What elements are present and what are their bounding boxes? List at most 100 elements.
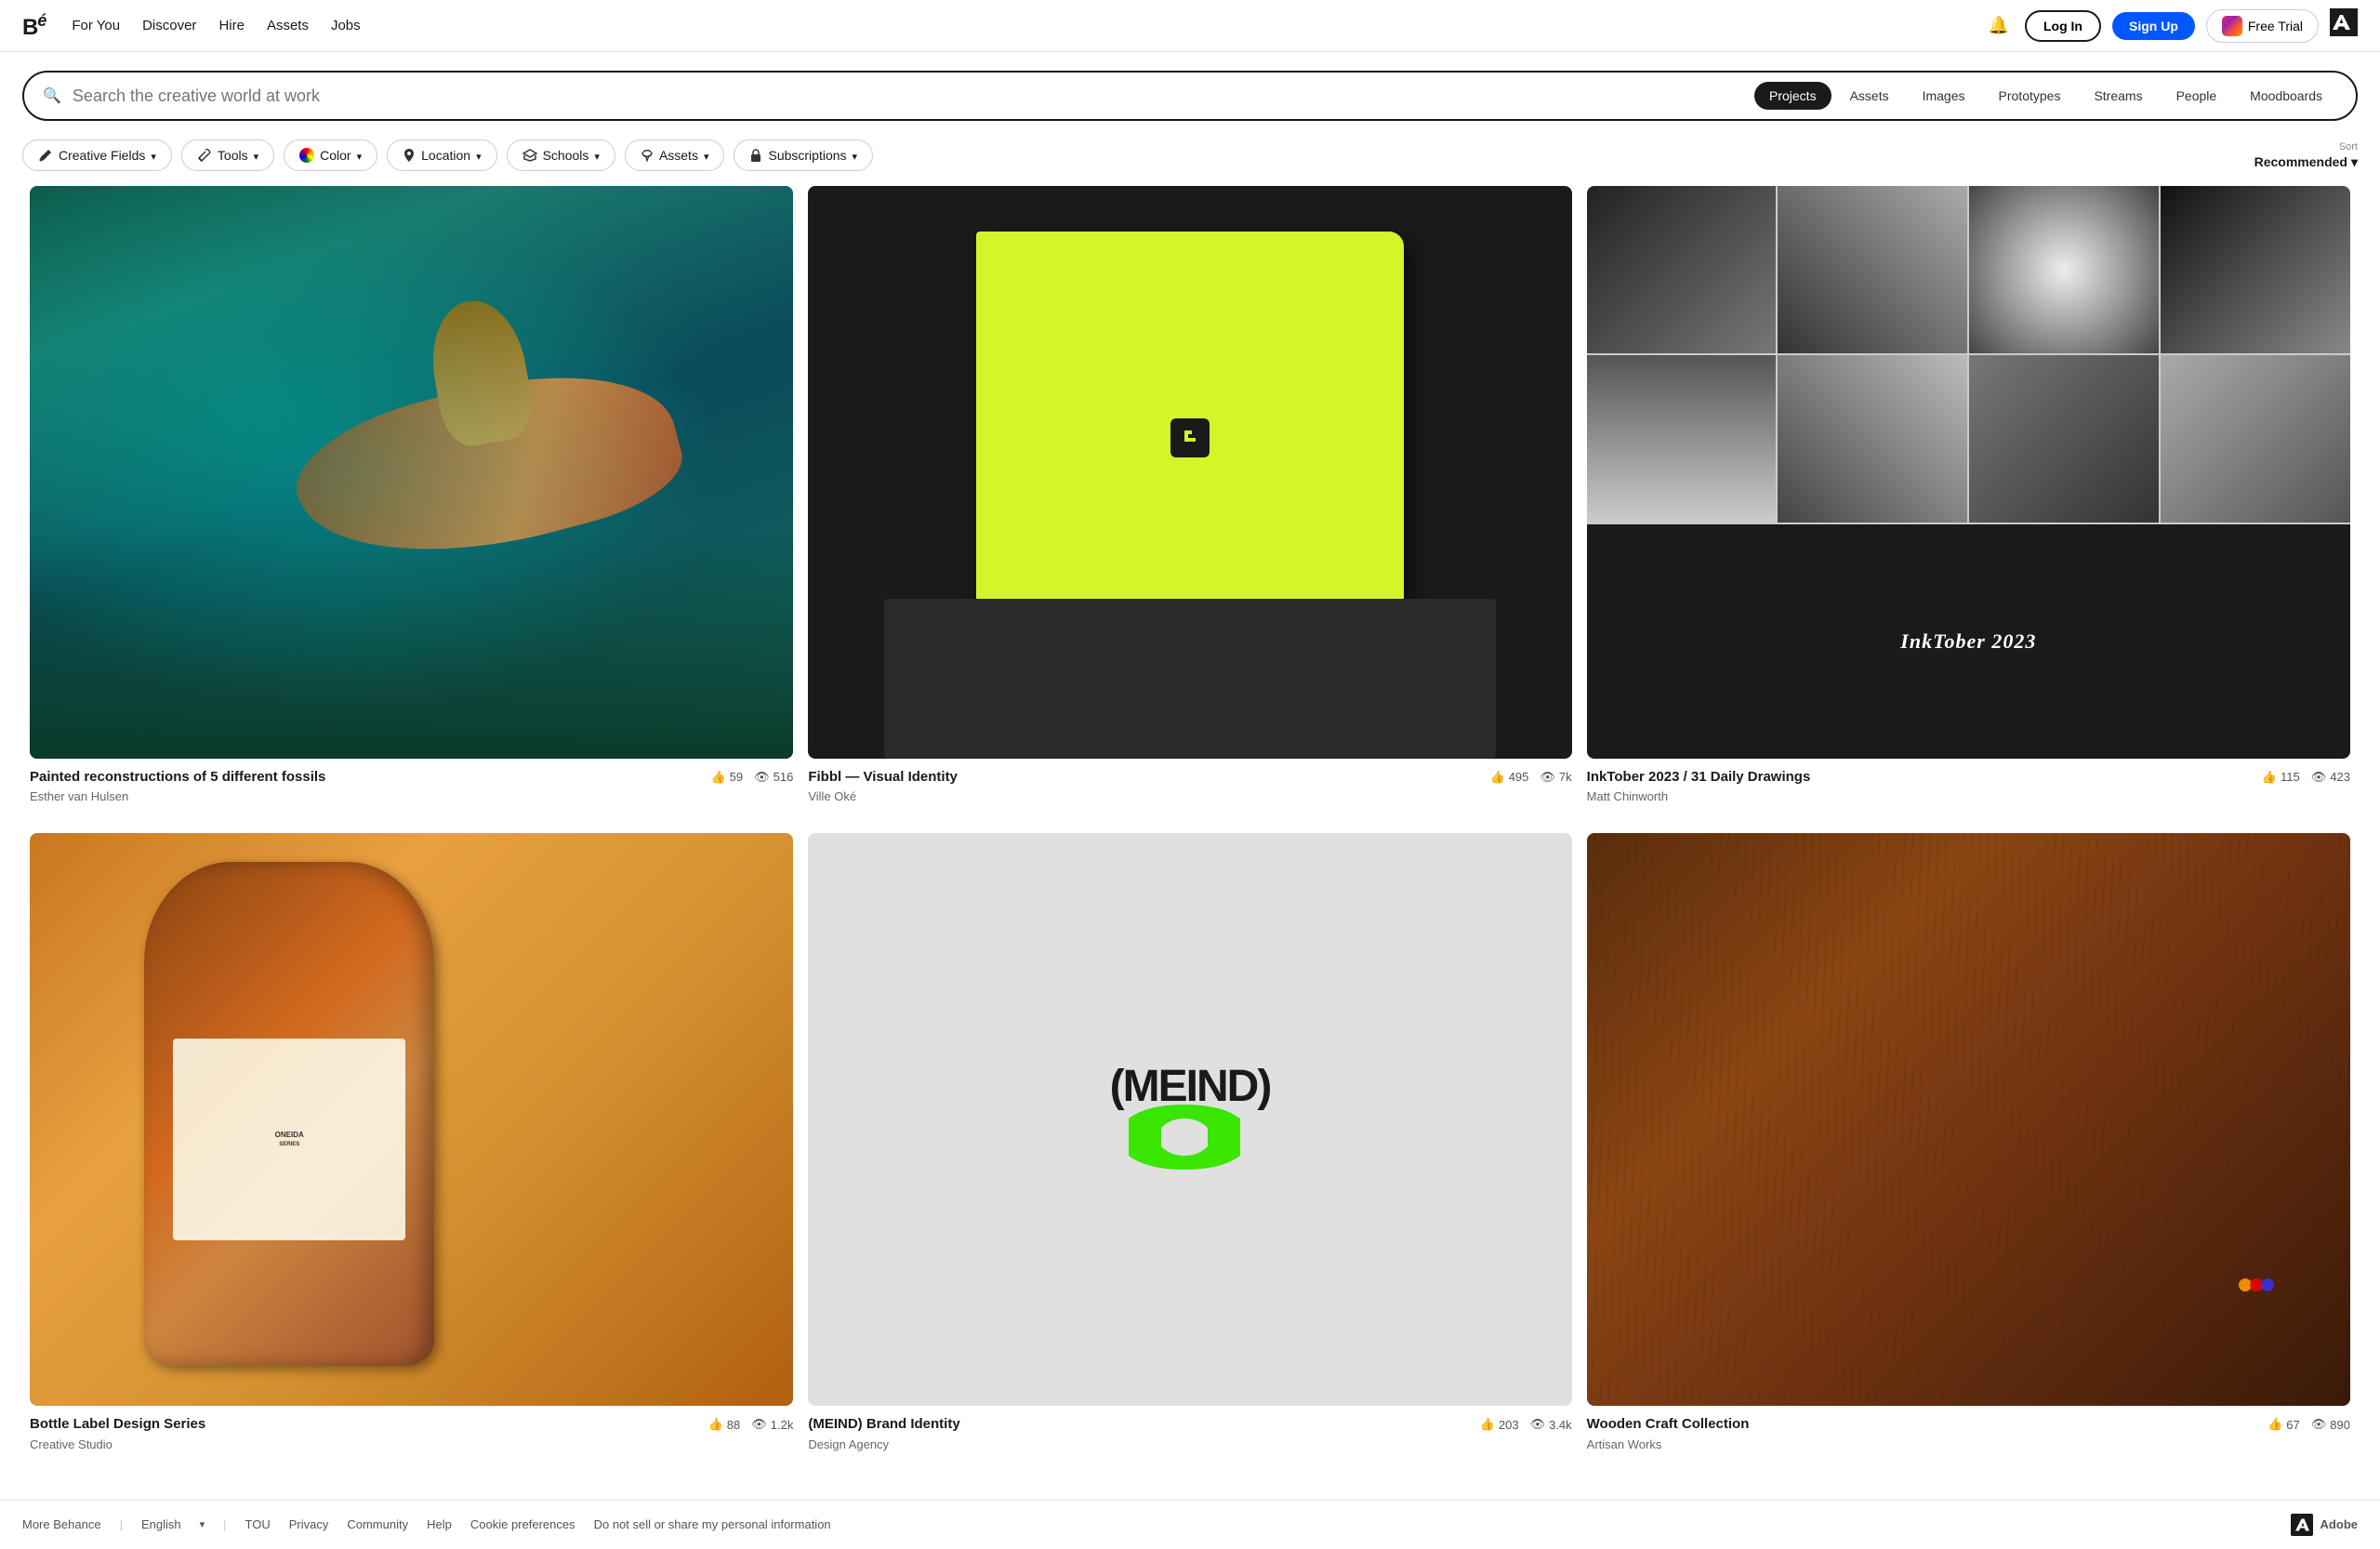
tab-streams[interactable]: Streams [2079, 82, 2157, 110]
project-title-author: InkTober 2023 / 31 Daily Drawings Matt C… [1587, 768, 1811, 804]
project-title-author: Wooden Craft Collection Artisan Works [1587, 1415, 1750, 1451]
search-input[interactable] [73, 86, 1736, 106]
meind-content: (MEIND) [1110, 1065, 1271, 1174]
filter-schools[interactable]: Schools [507, 139, 615, 171]
filter-bar: Creative Fields Tools Color Location Sch… [0, 132, 2380, 186]
assets-icon [641, 148, 654, 163]
project-meta: Wooden Craft Collection Artisan Works 👍 … [1587, 1406, 2350, 1451]
project-title-author: Fibbl — Visual Identity Ville Oké [808, 768, 958, 804]
ink-cell-6 [1778, 355, 1967, 523]
thumb-icon: 👍 [2262, 770, 2277, 785]
filter-color[interactable]: Color [284, 139, 377, 171]
project-title: InkTober 2023 / 31 Daily Drawings [1587, 768, 1811, 787]
color-label: Color [320, 148, 350, 163]
footer-cookies-link[interactable]: Cookie preferences [470, 1517, 575, 1531]
adobe-footer-label: Adobe [2320, 1517, 2358, 1531]
project-thumbnail[interactable]: (MEIND) [808, 833, 1571, 1406]
location-icon [403, 148, 416, 163]
project-title: Bottle Label Design Series [30, 1415, 205, 1434]
views-count: 516 [774, 770, 794, 784]
nav-hire[interactable]: Hire [218, 18, 245, 33]
tab-moodboards[interactable]: Moodboards [2235, 82, 2337, 110]
meind-shape [1110, 1100, 1259, 1174]
nav-for-you[interactable]: For You [72, 18, 120, 33]
views-count: 3.4k [1549, 1418, 1572, 1432]
behance-logo[interactable]: Bé [22, 11, 46, 41]
likes-count: 67 [2286, 1418, 2299, 1432]
filter-creative-fields[interactable]: Creative Fields [22, 139, 172, 171]
likes-count: 115 [2281, 770, 2300, 784]
tools-label: Tools [218, 148, 248, 163]
project-stats: 👍 203 👁 3.4k [1480, 1417, 1572, 1432]
login-button[interactable]: Log In [2025, 10, 2101, 42]
chevron-schools [594, 148, 600, 163]
footer-tou-link[interactable]: TOU [245, 1517, 271, 1531]
project-title-author: Painted reconstructions of 5 different f… [30, 768, 325, 804]
project-thumbnail[interactable]: ONEIDASERIES [30, 833, 793, 1406]
chevron-tools [254, 148, 259, 163]
schools-label: Schools [543, 148, 589, 163]
project-info-row: InkTober 2023 / 31 Daily Drawings Matt C… [1587, 768, 2350, 804]
tab-prototypes[interactable]: Prototypes [1984, 82, 2076, 110]
signup-button[interactable]: Sign Up [2112, 12, 2195, 40]
footer-help-link[interactable]: Help [427, 1517, 452, 1531]
chevron-sort: ▾ [2351, 154, 2358, 170]
footer-adobe: Adobe [2291, 1514, 2358, 1536]
project-stats: 👍 88 👁 1.2k [708, 1417, 794, 1432]
likes-stat: 👍 495 [1490, 770, 1529, 785]
project-card: InkTober 2023 InkTober 2023 / 31 Daily D… [1580, 186, 2358, 833]
thumb-icon: 👍 [710, 770, 725, 785]
chevron-assets [704, 148, 709, 163]
filter-subscriptions[interactable]: Subscriptions [734, 139, 873, 171]
sort-area: Sort Recommended ▾ [2254, 141, 2358, 170]
tab-assets[interactable]: Assets [1835, 82, 1904, 110]
views-stat: 👁 423 [2311, 770, 2350, 785]
project-thumbnail[interactable] [808, 186, 1571, 759]
lock-icon [749, 148, 762, 163]
tab-images[interactable]: Images [1908, 82, 1980, 110]
language-selector[interactable]: English [141, 1517, 181, 1531]
footer-privacy-link[interactable]: Privacy [289, 1517, 329, 1531]
freetrial-icon [2222, 16, 2242, 36]
likes-count: 495 [1509, 770, 1529, 784]
search-bar: Projects Assets Images Prototypes Stream… [22, 71, 2358, 121]
project-title: Wooden Craft Collection [1587, 1415, 1750, 1434]
footer-community-link[interactable]: Community [347, 1517, 408, 1531]
project-meta: Fibbl — Visual Identity Ville Oké 👍 495 … [808, 759, 1571, 804]
nav-assets[interactable]: Assets [267, 18, 309, 33]
filter-assets[interactable]: Assets [625, 139, 725, 171]
sort-value-text: Recommended [2254, 154, 2347, 169]
project-stats: 👍 115 👁 423 [2262, 770, 2350, 785]
ink-cell-4 [2161, 186, 2350, 353]
project-thumbnail[interactable]: InkTober 2023 [1587, 186, 2350, 759]
project-info-row: Fibbl — Visual Identity Ville Oké 👍 495 … [808, 768, 1571, 804]
footer-privacy-sale-link[interactable]: Do not sell or share my personal informa… [594, 1517, 831, 1531]
eye-icon: 👁 [2311, 770, 2327, 785]
project-title: Fibbl — Visual Identity [808, 768, 958, 787]
filter-location[interactable]: Location [387, 139, 496, 171]
nav-discover[interactable]: Discover [142, 18, 196, 33]
tab-people[interactable]: People [2162, 82, 2232, 110]
filter-tools[interactable]: Tools [181, 139, 274, 171]
more-behance-button[interactable]: More Behance [22, 1517, 101, 1531]
project-stats: 👍 67 👁 890 [2268, 1417, 2350, 1432]
freetrial-button[interactable]: Free Trial [2206, 9, 2319, 43]
notifications-icon[interactable] [1984, 11, 2014, 41]
project-thumbnail[interactable] [30, 186, 793, 759]
tab-projects[interactable]: Projects [1754, 82, 1831, 110]
footer: More Behance | English | TOU Privacy Com… [0, 1500, 2380, 1549]
project-card: Wooden Craft Collection Artisan Works 👍 … [1580, 833, 2358, 1480]
project-stats: 👍 59 👁 516 [710, 770, 793, 785]
fibbl-mark [1179, 427, 1201, 449]
sort-value-button[interactable]: Recommended ▾ [2254, 154, 2358, 170]
likes-stat: 👍 88 [708, 1417, 741, 1432]
project-title: Painted reconstructions of 5 different f… [30, 768, 325, 787]
eye-icon: 👁 [1530, 1417, 1546, 1432]
paintbrush-icon [38, 148, 53, 163]
thumb-icon: 👍 [2268, 1417, 2282, 1432]
project-meta: InkTober 2023 / 31 Daily Drawings Matt C… [1587, 759, 2350, 804]
search-tabs: Projects Assets Images Prototypes Stream… [1754, 82, 2337, 110]
nav-jobs[interactable]: Jobs [331, 18, 361, 33]
project-info-row: Wooden Craft Collection Artisan Works 👍 … [1587, 1415, 2350, 1451]
project-thumbnail[interactable] [1587, 833, 2350, 1406]
